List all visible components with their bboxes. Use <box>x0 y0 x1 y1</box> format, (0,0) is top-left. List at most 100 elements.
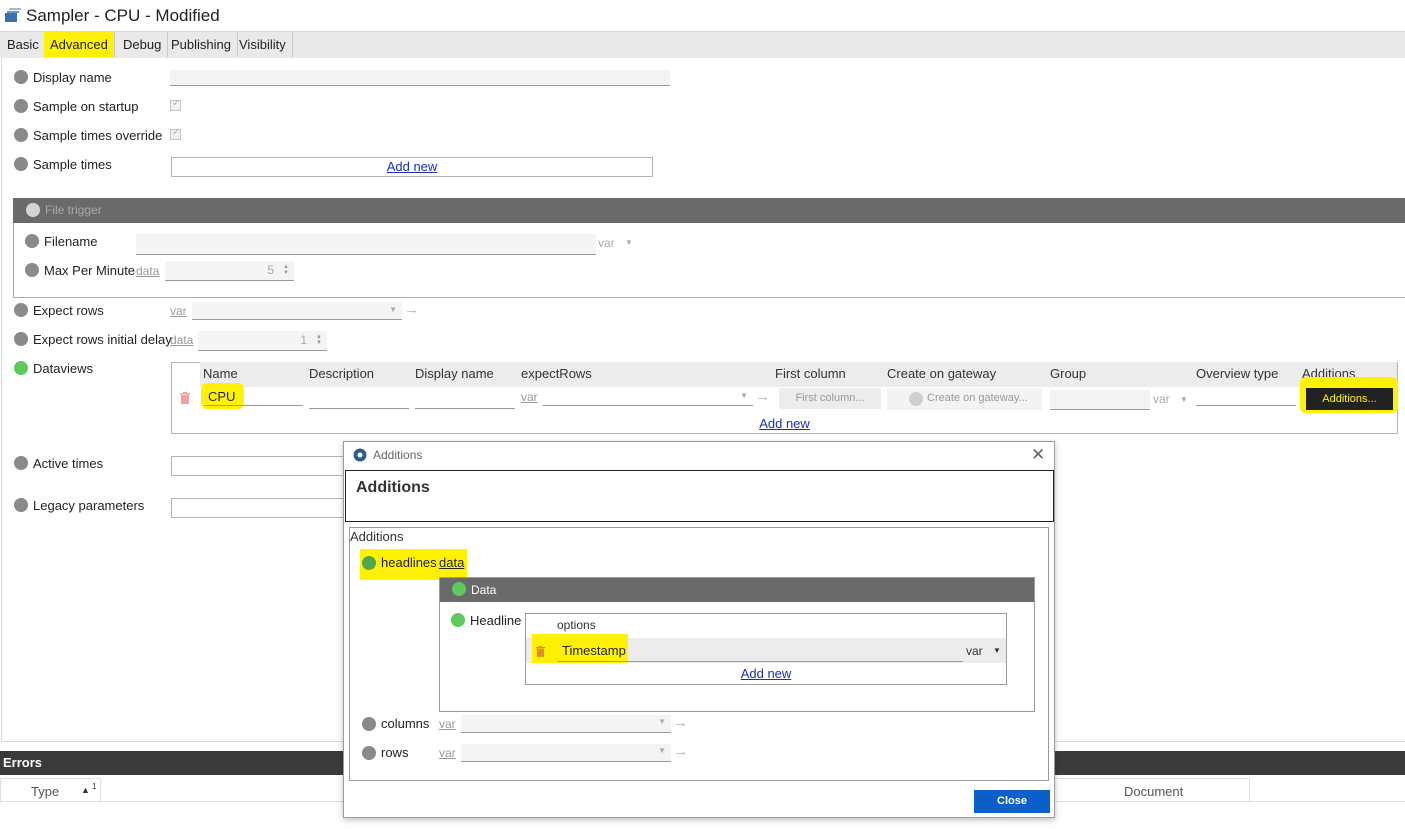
status-dot <box>26 203 40 217</box>
dataview-description-input[interactable] <box>309 390 409 409</box>
legacy-parameters-label: Legacy parameters <box>33 498 145 513</box>
expect-rows-select[interactable]: ▼ <box>192 302 402 320</box>
sort-ascending-icon: ▲ <box>81 785 90 795</box>
create-on-gateway-toggle[interactable]: Create on gateway... <box>887 388 1042 410</box>
columns-label: columns <box>381 716 430 731</box>
expect-rows-initial-delay-input[interactable]: 1 ▲ ▼ <box>198 331 327 351</box>
option-mode[interactable]: var <box>966 644 983 658</box>
status-dot <box>14 498 28 512</box>
title-bar: Sampler - CPU - Modified <box>0 0 1405 31</box>
legacy-parameters-list <box>171 498 351 518</box>
display-name-label: Display name <box>33 70 112 85</box>
close-button[interactable]: Close <box>974 790 1050 813</box>
max-per-minute-mode[interactable]: data <box>136 264 159 278</box>
data-section-header: Data <box>440 578 1034 602</box>
arrow-right-icon[interactable]: → <box>755 388 770 405</box>
first-column-button[interactable]: First column... <box>779 388 881 409</box>
status-dot <box>362 717 376 731</box>
rows-select[interactable]: ▼ <box>461 744 671 762</box>
status-dot <box>14 456 28 470</box>
expect-rows-initial-delay-value: 1 <box>300 333 307 347</box>
headline-options-box: options Timestamp var ▼ Add new <box>525 613 1007 685</box>
chevron-down-icon: ▼ <box>658 717 666 726</box>
filename-input[interactable] <box>136 234 596 255</box>
dataview-group-input[interactable] <box>1050 390 1150 410</box>
display-name-input[interactable] <box>170 70 670 86</box>
sample-times-override-checkbox[interactable] <box>170 127 181 140</box>
chevron-down-icon: ▼ <box>389 305 397 314</box>
dataview-name-input[interactable]: CPU <box>204 388 303 406</box>
close-icon[interactable]: ✕ <box>1031 445 1045 465</box>
dataview-expectrows-select[interactable]: ▼ <box>543 389 753 406</box>
tab-visibility[interactable]: Visibility <box>233 32 293 57</box>
sample-on-startup-label: Sample on startup <box>33 99 139 114</box>
max-per-minute-label: Max Per Minute <box>44 263 136 278</box>
columns-select[interactable]: ▼ <box>461 715 671 733</box>
arrow-right-icon[interactable]: → <box>673 743 688 760</box>
status-dot <box>452 582 466 596</box>
status-dot <box>14 128 28 142</box>
expect-rows-initial-delay-label: Expect rows initial delay <box>33 332 172 347</box>
column-header: Display name <box>415 366 494 381</box>
chevron-down-icon: ▼ <box>740 391 748 400</box>
column-header-document[interactable]: Document <box>1055 778 1250 802</box>
max-per-minute-input[interactable]: 5 ▲ ▼ <box>165 261 294 281</box>
column-header: Overview type <box>1196 366 1279 381</box>
sample-times-add-new-link[interactable]: Add new <box>387 159 438 174</box>
status-dot <box>25 263 39 277</box>
rows-label: rows <box>381 745 409 760</box>
window-title: Sampler - CPU - Modified <box>26 6 220 25</box>
filename-label: Filename <box>44 234 98 249</box>
data-section: Data Headline options Timestamp var ▼ Ad… <box>439 577 1035 712</box>
column-header-type[interactable]: Type ▲ 1 <box>0 778 101 802</box>
status-dot <box>14 361 28 375</box>
column-header: Name <box>203 366 238 381</box>
option-value: Timestamp <box>562 643 626 658</box>
additions-button[interactable]: Additions... <box>1306 388 1393 410</box>
rows-mode[interactable]: var <box>439 746 456 760</box>
arrow-right-icon[interactable]: → <box>404 301 419 318</box>
status-dot <box>909 392 923 406</box>
tab-basic[interactable]: Basic <box>1 32 46 57</box>
chevron-down-icon[interactable]: ▼ <box>625 238 633 247</box>
status-dot <box>14 70 28 84</box>
options-add-new-link[interactable]: Add new <box>741 666 792 681</box>
sample-on-startup-checkbox[interactable] <box>170 98 181 111</box>
trash-icon[interactable] <box>536 645 545 660</box>
status-dot <box>25 234 39 248</box>
max-per-minute-value: 5 <box>267 263 274 277</box>
column-header: expectRows <box>521 366 592 381</box>
headlines-mode[interactable]: data <box>439 555 464 570</box>
active-times-label: Active times <box>33 456 104 471</box>
sample-times-list: Add new <box>171 157 653 177</box>
spinner-icon[interactable]: ▲ ▼ <box>283 264 289 276</box>
expect-rows-mode[interactable]: var <box>170 304 187 318</box>
tab-advanced[interactable]: Advanced <box>44 32 115 57</box>
status-dot <box>362 746 376 760</box>
dataview-expectrows-mode[interactable]: var <box>521 390 538 404</box>
dataviews-add-new-link[interactable]: Add new <box>759 416 810 431</box>
tab-debug[interactable]: Debug <box>117 32 169 57</box>
arrow-right-icon[interactable]: → <box>673 714 688 731</box>
option-value-input[interactable]: Timestamp <box>557 639 963 662</box>
errors-title: Errors <box>3 755 43 770</box>
dialog-heading: Additions <box>356 479 430 496</box>
dataview-display-name-input[interactable] <box>415 390 515 409</box>
chevron-down-icon[interactable]: ▼ <box>1180 395 1188 404</box>
tab-publishing[interactable]: Publishing <box>165 32 238 57</box>
dataview-group-mode[interactable]: var <box>1153 392 1170 406</box>
expect-rows-initial-delay-mode[interactable]: data <box>170 333 193 347</box>
errors-type-header: Type <box>31 784 60 799</box>
columns-mode[interactable]: var <box>439 717 456 731</box>
spinner-icon[interactable]: ▲ ▼ <box>316 334 322 346</box>
trash-icon[interactable] <box>180 392 190 407</box>
chevron-down-icon[interactable]: ▼ <box>993 646 1001 655</box>
dataview-overview-type-input[interactable] <box>1196 388 1296 406</box>
status-dot <box>451 613 465 627</box>
additions-dialog: Additions ✕ Additions Additions headline… <box>343 441 1055 818</box>
status-dot <box>14 99 28 113</box>
create-on-gateway-label: Create on gateway... <box>927 392 1028 404</box>
headline-label: Headline <box>470 613 522 628</box>
column-header: Description <box>309 366 375 381</box>
filename-mode[interactable]: var <box>598 236 615 250</box>
